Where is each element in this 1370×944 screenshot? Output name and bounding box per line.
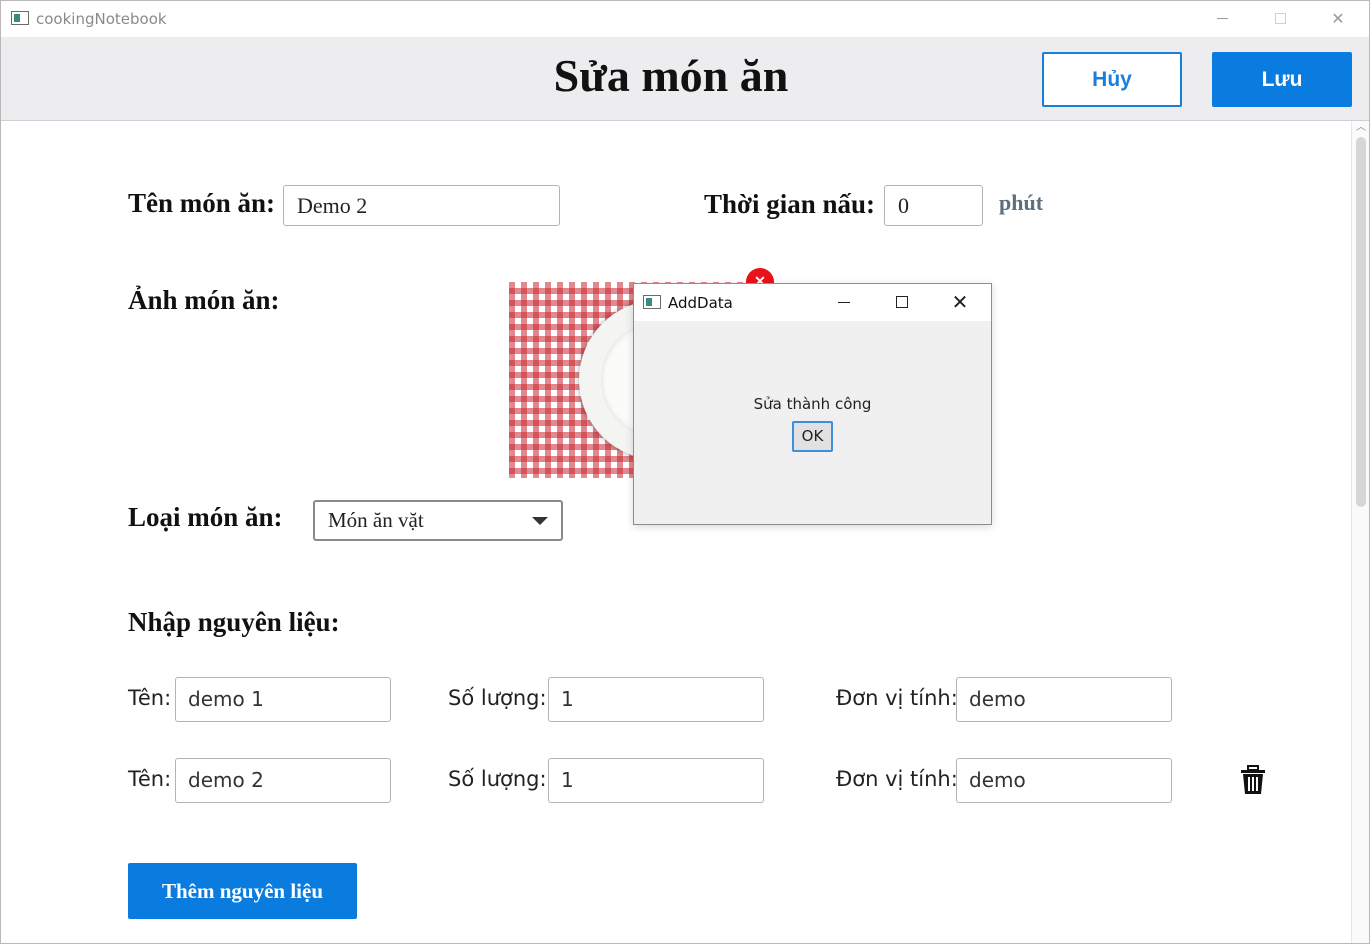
ingredient-qty-label: Số lượng: [448, 686, 547, 710]
cook-time-label: Thời gian nấu: [704, 189, 876, 219]
ingredient-name-input[interactable]: demo 1 [175, 677, 391, 722]
ingredient-name-label: Tên: [128, 767, 172, 791]
ingredient-name-input[interactable]: demo 2 [175, 758, 391, 803]
category-selected-value: Món ăn vặt [328, 508, 424, 532]
close-icon: ✕ [1331, 9, 1345, 28]
app-window: cookingNotebook ✕ Sửa món ăn Hủy Lưu ︿ T… [0, 0, 1370, 944]
dialog-maximize-icon[interactable] [896, 296, 908, 308]
close-button[interactable]: ✕ [1309, 1, 1367, 37]
trash-icon[interactable] [1240, 765, 1266, 795]
chevron-down-icon [532, 517, 548, 525]
cancel-button[interactable]: Hủy [1042, 52, 1182, 107]
ingredient-qty-label: Số lượng: [448, 767, 547, 791]
dialog-window: AddData ✕ Sửa thành công OK [633, 283, 992, 525]
app-icon [11, 11, 29, 25]
ingredient-unit-input[interactable]: demo [956, 758, 1172, 803]
ingredient-qty-input[interactable]: 1 [548, 758, 764, 803]
cook-time-unit: phút [999, 190, 1044, 215]
ingredient-unit-label: Đơn vị tính: [836, 686, 958, 710]
dish-name-label: Tên món ăn: [128, 188, 276, 218]
maximize-icon [1275, 13, 1286, 24]
dialog-app-icon [643, 295, 661, 309]
dialog-titlebar[interactable]: AddData ✕ [634, 284, 991, 321]
window-title: cookingNotebook [36, 10, 167, 28]
category-label: Loại món ăn: [128, 502, 283, 532]
ingredient-name-label: Tên: [128, 686, 172, 710]
add-ingredient-button[interactable]: Thêm nguyên liệu [128, 863, 357, 919]
scroll-up-arrow-icon[interactable]: ︿ [1356, 123, 1366, 133]
scroll-thumb[interactable] [1356, 137, 1366, 507]
dialog-title: AddData [668, 294, 733, 312]
dialog-close-icon[interactable]: ✕ [948, 290, 972, 314]
save-button[interactable]: Lưu [1212, 52, 1352, 107]
ingredient-unit-label: Đơn vị tính: [836, 767, 958, 791]
minimize-icon [1217, 18, 1228, 19]
minimize-button[interactable] [1193, 1, 1251, 37]
window-titlebar[interactable]: cookingNotebook ✕ [1, 1, 1369, 37]
maximize-button[interactable] [1251, 1, 1309, 37]
ingredient-unit-input[interactable]: demo [956, 677, 1172, 722]
ok-button[interactable]: OK [792, 421, 833, 452]
cook-time-input[interactable]: 0 [884, 185, 983, 226]
dish-name-input[interactable]: Demo 2 [283, 185, 560, 226]
dialog-minimize-icon[interactable] [838, 302, 850, 303]
page-header: Sửa món ăn Hủy Lưu [1, 37, 1369, 121]
dialog-message: Sửa thành công [753, 395, 872, 413]
ingredients-label: Nhập nguyên liệu: [128, 607, 340, 637]
dish-image-label: Ảnh món ăn: [128, 285, 280, 315]
vertical-scrollbar[interactable]: ︿ [1351, 121, 1369, 943]
ingredient-qty-input[interactable]: 1 [548, 677, 764, 722]
category-select[interactable]: Món ăn vặt [313, 500, 563, 541]
